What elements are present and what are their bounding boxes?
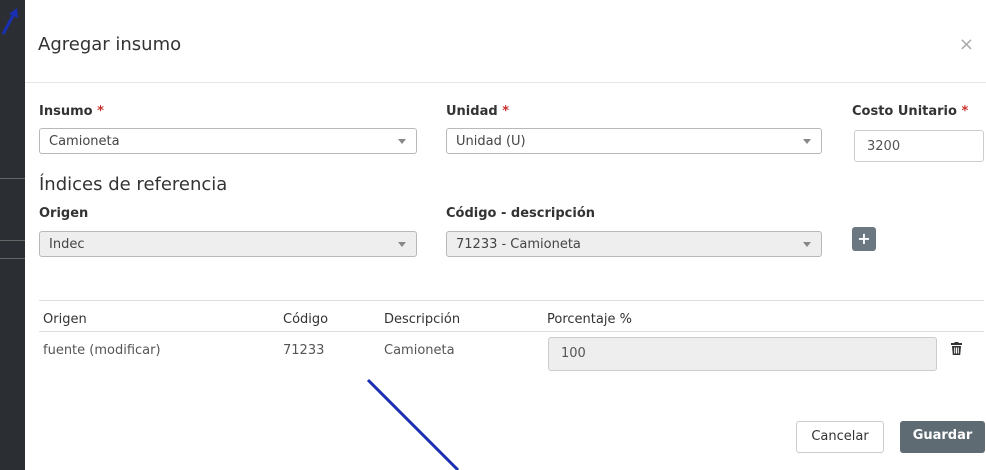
origen-label: Origen (39, 206, 89, 221)
unidad-select[interactable]: Unidad (U) (446, 128, 822, 154)
insumo-label: Insumo * (39, 104, 104, 119)
unidad-label: Unidad * (446, 104, 509, 119)
row-origen-link[interactable]: fuente (modificar) (43, 343, 161, 358)
table-top-divider (39, 300, 984, 301)
required-mark: * (961, 104, 969, 119)
insumo-select-value: Camioneta (49, 134, 120, 149)
save-button[interactable]: Guardar (900, 421, 985, 453)
column-header-porcentaje: Porcentaje % (547, 312, 632, 327)
modal-header: Agregar insumo × (25, 8, 986, 83)
close-icon[interactable]: × (959, 34, 974, 55)
referencias-title: Índices de referencia (39, 174, 228, 195)
column-header-descripcion: Descripción (384, 312, 461, 327)
corner-arrow-icon (1, 8, 18, 35)
unidad-select-value: Unidad (U) (456, 134, 526, 149)
costo-unitario-label: Costo Unitario * (852, 104, 969, 119)
page-backdrop (0, 0, 25, 470)
chevron-down-icon (398, 139, 406, 144)
chevron-down-icon (803, 139, 811, 144)
row-descripcion: Camioneta (384, 343, 455, 358)
column-header-codigo: Código (283, 312, 329, 327)
add-supply-modal: Agregar insumo × Insumo * Camioneta Unid… (25, 8, 986, 470)
chevron-down-icon (398, 242, 406, 247)
row-codigo: 71233 (283, 343, 325, 358)
trash-icon[interactable] (951, 342, 962, 355)
backdrop-divider (0, 258, 25, 259)
add-reference-button[interactable]: + (852, 227, 876, 251)
codigo-descripcion-label: Código - descripción (446, 206, 596, 221)
backdrop-divider (0, 240, 25, 241)
required-mark: * (502, 104, 509, 119)
costo-unitario-input[interactable]: 3200 (854, 130, 984, 162)
insumo-select[interactable]: Camioneta (39, 128, 417, 154)
table-header-divider (39, 331, 984, 332)
modal-title: Agregar insumo (38, 34, 182, 55)
origen-select[interactable]: Indec (39, 231, 417, 257)
cancel-button[interactable]: Cancelar (796, 421, 884, 453)
backdrop-divider (0, 178, 25, 179)
origen-select-value: Indec (49, 237, 85, 252)
codigo-descripcion-select-value: 71233 - Camioneta (456, 237, 581, 252)
required-mark: * (97, 104, 104, 119)
porcentaje-input[interactable]: 100 (548, 337, 937, 371)
codigo-descripcion-select[interactable]: 71233 - Camioneta (446, 231, 822, 257)
chevron-down-icon (803, 242, 811, 247)
plus-icon: + (857, 229, 871, 248)
column-header-origen: Origen (43, 312, 87, 327)
